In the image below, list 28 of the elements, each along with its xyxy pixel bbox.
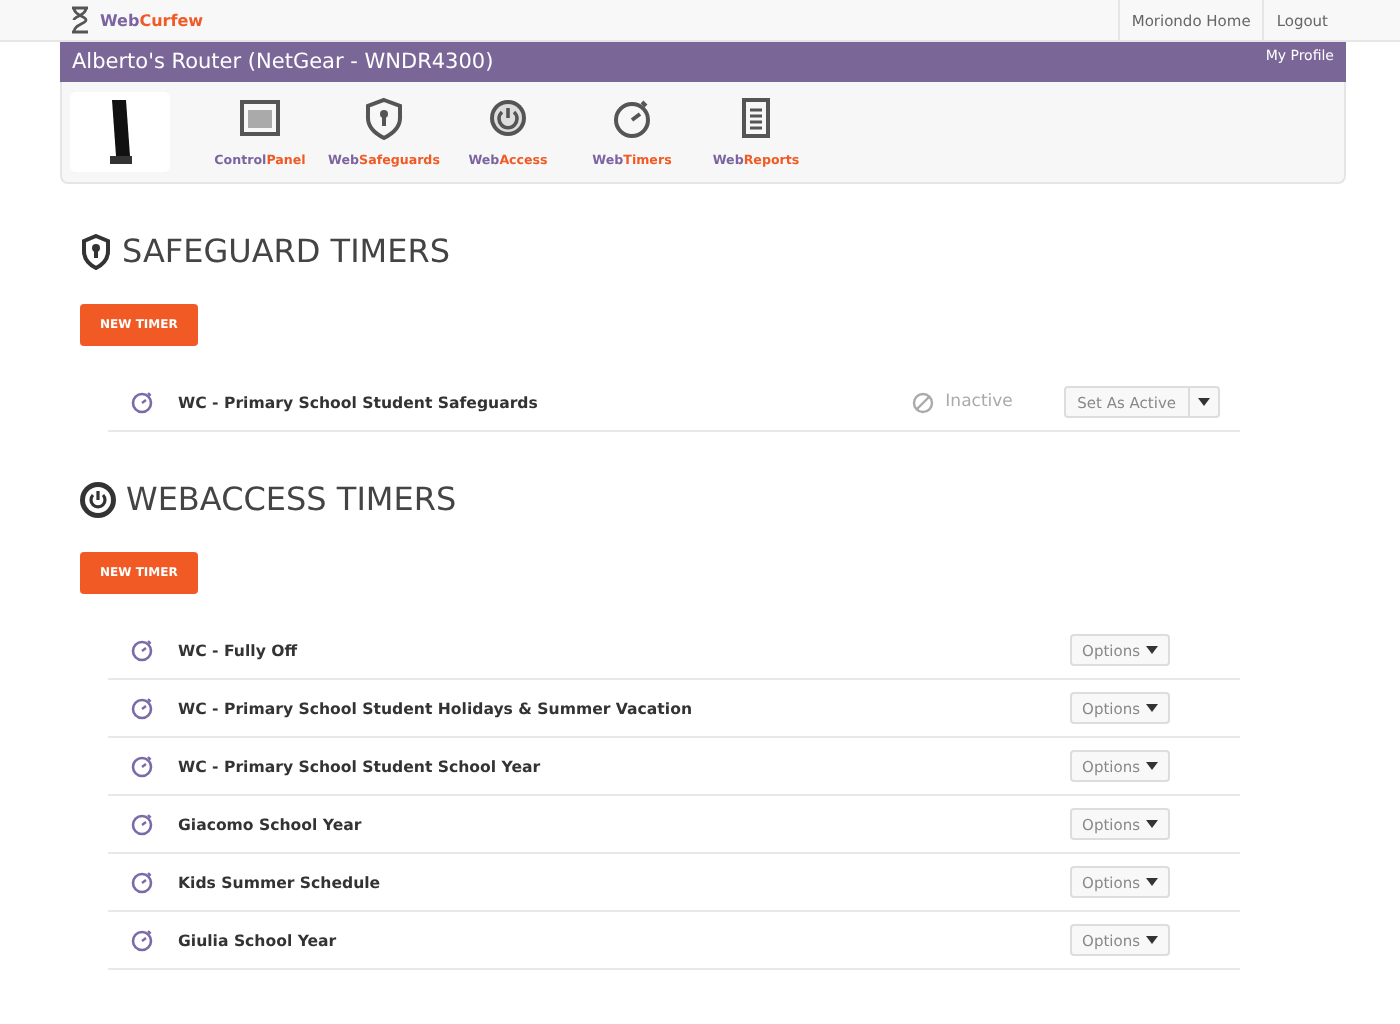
router-title: Alberto's Router (NetGear - WNDR4300) xyxy=(72,48,494,78)
stopwatch-icon xyxy=(610,96,654,140)
caret-icon xyxy=(1146,878,1158,886)
caret-icon xyxy=(1146,762,1158,770)
section-title: SAFEGUARD TIMERS xyxy=(122,232,450,270)
caret-icon xyxy=(1198,398,1210,406)
stopwatch-icon xyxy=(130,870,154,894)
caret-icon xyxy=(1146,646,1158,654)
caret-icon xyxy=(1146,936,1158,944)
disabled-icon xyxy=(911,391,934,413)
caret-icon xyxy=(1146,704,1158,712)
logo-link[interactable]: WebCurfew xyxy=(100,11,204,29)
dropdown-button[interactable] xyxy=(1190,386,1220,418)
caret-icon xyxy=(1146,820,1158,828)
stopwatch-icon xyxy=(130,812,154,836)
stopwatch-icon xyxy=(130,696,154,720)
shield-icon xyxy=(362,96,406,140)
power-icon xyxy=(80,481,116,517)
stopwatch-icon xyxy=(130,928,154,952)
section-title: WEBACCESS TIMERS xyxy=(126,480,457,518)
stopwatch-icon xyxy=(130,638,154,662)
power-icon xyxy=(486,96,530,140)
window-icon xyxy=(238,96,282,140)
stopwatch-icon xyxy=(130,390,154,414)
hourglass-icon xyxy=(66,6,94,34)
stopwatch-icon xyxy=(130,754,154,778)
router-device-icon xyxy=(106,98,134,166)
shield-icon xyxy=(80,233,112,269)
